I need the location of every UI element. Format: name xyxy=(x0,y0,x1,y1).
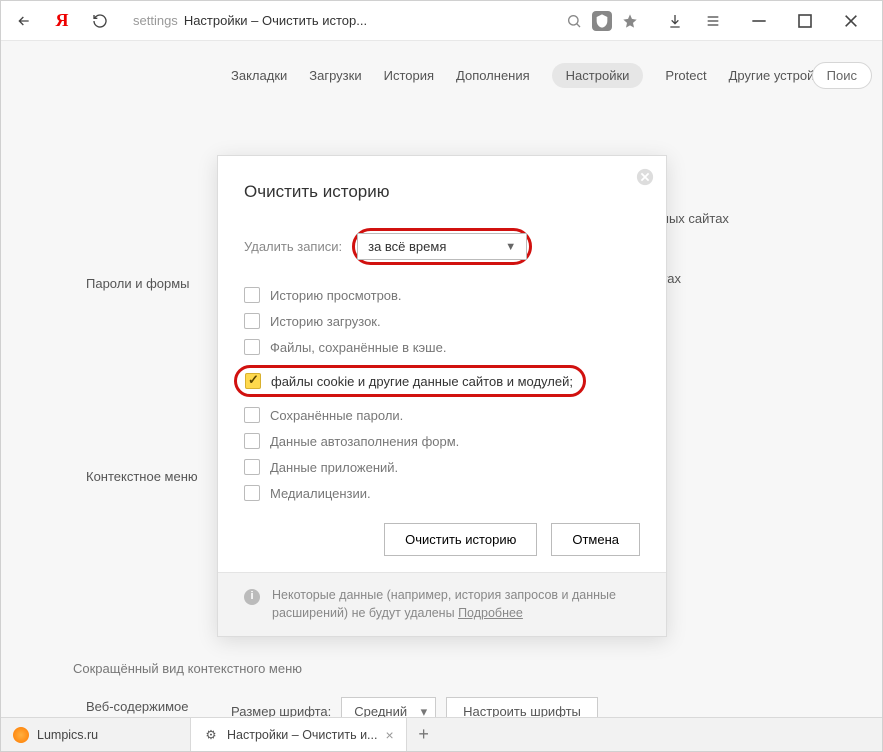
checkbox-option[interactable]: Данные приложений. xyxy=(244,459,640,475)
checkbox-option[interactable]: Медиалицензии. xyxy=(244,485,640,501)
time-range-select[interactable]: за всё время ▼ xyxy=(357,233,527,260)
nav-tab[interactable]: Закладки xyxy=(231,68,287,83)
settings-search[interactable]: Поис xyxy=(812,62,872,89)
checkbox-option[interactable]: Файлы, сохранённые в кэше. xyxy=(244,339,640,355)
reload-button[interactable] xyxy=(85,6,115,36)
checkbox-option[interactable]: Историю просмотров. xyxy=(244,287,640,303)
cancel-button[interactable]: Отмена xyxy=(551,523,640,556)
yandex-logo[interactable]: Я xyxy=(47,6,77,36)
option-label: Сохранённые пароли. xyxy=(270,408,403,423)
option-label: Файлы, сохранённые в кэше. xyxy=(270,340,446,355)
site-favicon xyxy=(13,727,29,743)
addr-prefix: settings xyxy=(133,13,178,28)
tab-title: Настройки – Очистить и... xyxy=(227,728,377,742)
range-label: Удалить записи: xyxy=(244,239,342,254)
configure-fonts-button[interactable]: Настроить шрифты xyxy=(446,697,598,717)
range-value: за всё время xyxy=(368,239,446,254)
checkbox-option[interactable]: Историю загрузок. xyxy=(244,313,640,329)
font-size-select[interactable]: Средний xyxy=(341,697,436,717)
dialog-footer: i Некоторые данные (например, история за… xyxy=(218,572,666,636)
star-icon[interactable] xyxy=(618,9,642,33)
menu-button[interactable] xyxy=(698,6,728,36)
checkbox-icon xyxy=(244,339,260,355)
address-bar[interactable]: settings Настройки – Очистить истор... xyxy=(123,6,652,36)
option-label: Медиалицензии. xyxy=(270,486,371,501)
checkbox-icon xyxy=(244,313,260,329)
option-label: Данные автозаполнения форм. xyxy=(270,434,459,449)
content-area: Закладки Загрузки История Дополнения Настрой… xyxy=(1,41,882,717)
footer-text: Некоторые данные (например, история запр… xyxy=(272,588,616,620)
settings-nav: Закладки Загрузки История Дополнения Настрой… xyxy=(1,41,882,106)
nav-tab[interactable]: Загрузки xyxy=(309,68,361,83)
nav-tab[interactable]: История xyxy=(384,68,434,83)
addr-title: Настройки – Очистить истор... xyxy=(184,13,367,28)
chevron-down-icon: ▼ xyxy=(505,241,516,253)
gear-icon: ⚙ xyxy=(203,727,219,743)
option-label: файлы cookie и другие данные сайтов и мо… xyxy=(271,374,573,389)
option-label: Историю загрузок. xyxy=(270,314,381,329)
close-icon[interactable] xyxy=(636,168,654,186)
section-passwords: Пароли и формы xyxy=(86,276,190,291)
checkbox-option[interactable]: файлы cookie и другие данные сайтов и мо… xyxy=(244,365,640,397)
section-web-content: Веб-содержимое xyxy=(86,699,189,714)
search-icon[interactable] xyxy=(562,9,586,33)
clear-history-button[interactable]: Очистить историю xyxy=(384,523,537,556)
shield-icon[interactable] xyxy=(590,9,614,33)
nav-tab[interactable]: Настройки xyxy=(552,63,644,88)
browser-tab[interactable]: Lumpics.ru xyxy=(1,718,191,751)
options-list: Историю просмотров. Историю загрузок. Файл… xyxy=(244,287,640,501)
tab-strip: Lumpics.ru ⚙ Настройки – Очистить и... × + xyxy=(1,717,882,751)
close-tab-icon[interactable]: × xyxy=(385,727,393,743)
range-select-highlight: за всё время ▼ xyxy=(352,228,532,265)
clear-history-dialog: Очистить историю Удалить записи: за всё … xyxy=(217,155,667,637)
minimize-button[interactable] xyxy=(736,6,782,36)
learn-more-link[interactable]: Подробнее xyxy=(458,606,523,620)
section-context-menu: Контекстное меню xyxy=(86,469,198,484)
maximize-button[interactable] xyxy=(782,6,828,36)
font-size-row: Размер шрифта: Средний Настроить шрифты xyxy=(231,697,598,717)
checkbox-icon xyxy=(244,485,260,501)
option-label: Данные приложений. xyxy=(270,460,398,475)
nav-tab[interactable]: Protect xyxy=(665,68,706,83)
back-button[interactable] xyxy=(9,6,39,36)
new-tab-button[interactable]: + xyxy=(407,718,441,751)
dialog-title: Очистить историю xyxy=(244,182,640,202)
downloads-button[interactable] xyxy=(660,6,690,36)
checkbox-option[interactable]: Сохранённые пароли. xyxy=(244,407,640,423)
checkbox-icon xyxy=(244,459,260,475)
option-label: Историю просмотров. xyxy=(270,288,402,303)
close-button[interactable] xyxy=(828,6,874,36)
info-icon: i xyxy=(244,589,260,605)
browser-toolbar: Я settings Настройки – Очистить истор... xyxy=(1,1,882,41)
checkbox-icon xyxy=(244,287,260,303)
checkbox-icon xyxy=(244,433,260,449)
checkbox-icon xyxy=(244,407,260,423)
browser-tab[interactable]: ⚙ Настройки – Очистить и... × xyxy=(191,718,407,751)
nav-tab[interactable]: Дополнения xyxy=(456,68,530,83)
font-size-label: Размер шрифта: xyxy=(231,704,331,717)
tab-title: Lumpics.ru xyxy=(37,728,98,742)
context-short-label: Сокращённый вид контекстного меню xyxy=(73,661,302,676)
checkbox-option[interactable]: Данные автозаполнения форм. xyxy=(244,433,640,449)
